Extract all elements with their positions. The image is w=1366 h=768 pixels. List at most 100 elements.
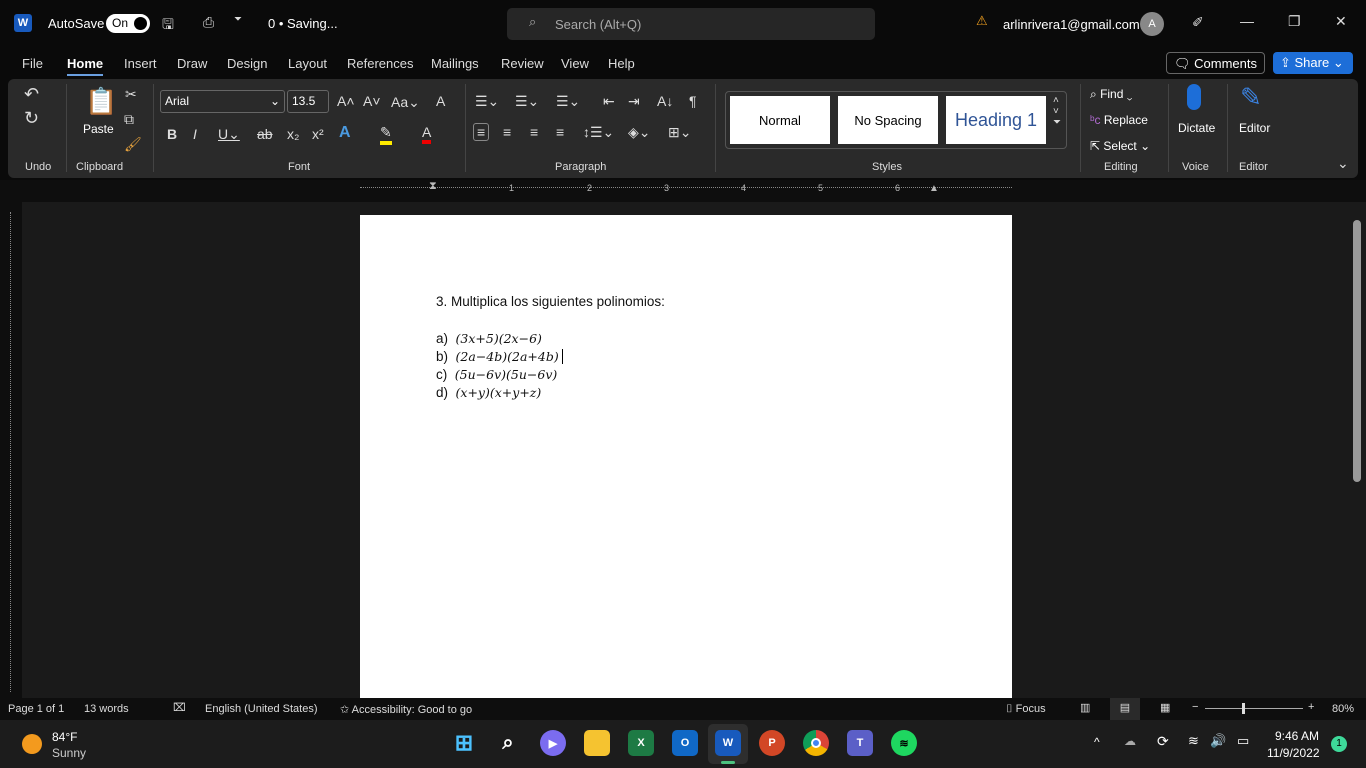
format-painter-icon[interactable]: 🖌 <box>124 136 142 153</box>
borders-icon[interactable]: ⊞⌄ <box>668 124 691 141</box>
zoom-level[interactable]: 80% <box>1332 703 1354 715</box>
numbering-icon[interactable]: ☰⌄ <box>515 93 539 110</box>
clear-formatting-icon[interactable]: A <box>436 93 445 109</box>
volume-icon[interactable]: 🔊 <box>1210 733 1226 749</box>
onedrive-error-icon[interactable]: ☁ <box>1124 734 1136 748</box>
vertical-scrollbar[interactable] <box>1348 202 1366 698</box>
tab-file[interactable]: File <box>22 56 43 71</box>
shrink-font-icon[interactable]: A˅ <box>363 93 381 109</box>
underline-icon[interactable]: U⌄ <box>218 126 240 143</box>
tab-layout[interactable]: Layout <box>288 56 327 71</box>
right-indent-marker[interactable]: ▲ <box>929 183 939 194</box>
editor-icon[interactable]: ✎ <box>1240 82 1262 113</box>
word-count[interactable]: 13 words <box>84 703 129 715</box>
close-icon[interactable]: ✕ <box>1335 13 1347 30</box>
weather-temp[interactable]: 84°F <box>52 730 77 744</box>
share-button[interactable]: ⇪ Share ⌄ <box>1273 52 1353 74</box>
tab-insert[interactable]: Insert <box>124 56 157 71</box>
warning-icon[interactable]: ⚠ <box>976 13 988 29</box>
justify-icon[interactable]: ≡ <box>556 124 564 140</box>
weather-sun-icon[interactable] <box>22 734 42 754</box>
weather-condition[interactable]: Sunny <box>52 746 86 760</box>
bullets-icon[interactable]: ☰⌄ <box>475 93 499 110</box>
outlook-icon[interactable]: O <box>672 730 698 756</box>
word-taskbar-icon[interactable]: W <box>715 730 741 756</box>
sync-icon[interactable]: ⟳ <box>1157 733 1169 750</box>
find-button[interactable]: ⌕ Find ⌄ <box>1090 87 1132 102</box>
autosave-toggle[interactable]: On <box>106 14 150 33</box>
zoom-slider[interactable] <box>1205 708 1303 709</box>
indent-marker[interactable]: ⧗ <box>429 180 437 193</box>
change-case-icon[interactable]: Aa⌄ <box>391 94 420 111</box>
style-normal[interactable]: Normal <box>730 96 830 144</box>
tab-mailings[interactable]: Mailings <box>431 56 479 71</box>
comments-button[interactable]: 🗨 Comments <box>1166 52 1265 74</box>
horizontal-ruler[interactable]: 1 2 3 4 5 6 ⧗ ▲ <box>0 180 1366 202</box>
paste-icon[interactable]: 📋 <box>85 86 117 117</box>
file-explorer-icon[interactable] <box>584 730 610 756</box>
battery-icon[interactable]: ▭ <box>1237 733 1249 749</box>
font-name-select[interactable]: Arial⌄ <box>160 90 285 113</box>
tab-home[interactable]: Home <box>67 56 103 76</box>
zoom-out-icon[interactable]: − <box>1192 701 1198 713</box>
chat-icon[interactable]: ▶ <box>540 730 566 756</box>
read-mode-icon[interactable]: ▥ <box>1080 701 1090 714</box>
undo-icon[interactable]: ↶ <box>24 84 39 105</box>
align-center-icon[interactable]: ≡ <box>503 124 511 140</box>
tab-view[interactable]: View <box>561 56 589 71</box>
clock-date[interactable]: 11/9/2022 <box>1267 746 1320 760</box>
increase-indent-icon[interactable]: ⇥ <box>628 93 640 110</box>
zoom-in-icon[interactable]: + <box>1308 701 1314 713</box>
line-spacing-icon[interactable]: ↕☰⌄ <box>583 124 614 141</box>
microphone-icon[interactable] <box>1187 84 1201 110</box>
paste-button[interactable]: Paste <box>83 122 114 136</box>
accessibility-status[interactable]: ✩ Accessibility: Good to go <box>340 703 472 716</box>
subscript-icon[interactable]: x₂ <box>287 126 299 142</box>
highlight-icon[interactable]: ✎ <box>380 124 392 145</box>
save-icon[interactable]: 🖫 <box>162 14 174 38</box>
strikethrough-icon[interactable]: ab <box>257 126 273 142</box>
align-right-icon[interactable]: ≡ <box>530 124 538 140</box>
zoom-slider-thumb[interactable] <box>1242 703 1245 714</box>
font-color-icon[interactable]: A <box>422 124 431 144</box>
web-layout-icon[interactable]: ▦ <box>1160 701 1170 714</box>
tab-references[interactable]: References <box>347 56 413 71</box>
tray-overflow-icon[interactable]: ^ <box>1094 735 1100 749</box>
dictate-button[interactable]: Dictate <box>1178 121 1215 135</box>
restore-icon[interactable]: ❐ <box>1288 13 1301 30</box>
show-formatting-icon[interactable]: ¶ <box>689 93 697 109</box>
align-left-icon[interactable]: ≡ <box>473 123 489 141</box>
excel-icon[interactable]: X <box>628 730 654 756</box>
wifi-icon[interactable]: ≋ <box>1188 733 1199 749</box>
italic-icon[interactable]: I <box>193 126 197 142</box>
account-name[interactable]: arlinrivera1@gmail.com <box>1003 17 1140 32</box>
multilevel-list-icon[interactable]: ☰⌄ <box>556 93 580 110</box>
chrome-icon[interactable] <box>803 730 829 756</box>
minimize-icon[interactable]: — <box>1240 13 1254 29</box>
shading-icon[interactable]: ◈⌄ <box>628 124 651 141</box>
redo-icon[interactable]: ↻ <box>24 108 39 129</box>
copy-icon[interactable]: ⧉ <box>124 111 134 128</box>
avatar[interactable]: A <box>1140 12 1164 36</box>
tab-draw[interactable]: Draw <box>177 56 207 71</box>
scroll-thumb[interactable] <box>1353 220 1361 482</box>
replace-button[interactable]: ᵇc Replace <box>1090 113 1148 127</box>
teams-icon[interactable]: T <box>847 730 873 756</box>
styles-scroll-icon[interactable]: ˄˅⏷ <box>1053 95 1061 128</box>
style-heading-1[interactable]: Heading 1 <box>946 96 1046 144</box>
editor-button[interactable]: Editor <box>1239 121 1270 135</box>
tab-review[interactable]: Review <box>501 56 544 71</box>
customize-qat-icon[interactable]: ⏷ <box>234 14 242 25</box>
spotify-icon[interactable]: ≋ <box>891 730 917 756</box>
grow-font-icon[interactable]: A˄ <box>337 93 355 109</box>
style-no-spacing[interactable]: No Spacing <box>838 96 938 144</box>
search-taskbar-icon[interactable]: ⌕ <box>495 730 521 756</box>
notification-badge[interactable]: 1 <box>1331 736 1347 752</box>
designer-icon[interactable]: ✐ <box>1192 14 1204 31</box>
print-layout-icon[interactable]: ▤ <box>1110 698 1140 720</box>
select-button[interactable]: ⇱ Select ⌄ <box>1090 139 1150 153</box>
tab-help[interactable]: Help <box>608 56 635 71</box>
search-box[interactable]: ⌕ Search (Alt+Q) <box>507 8 875 40</box>
start-icon[interactable]: ⊞ <box>451 730 477 756</box>
proofing-icon[interactable]: ⌧ <box>173 701 186 714</box>
